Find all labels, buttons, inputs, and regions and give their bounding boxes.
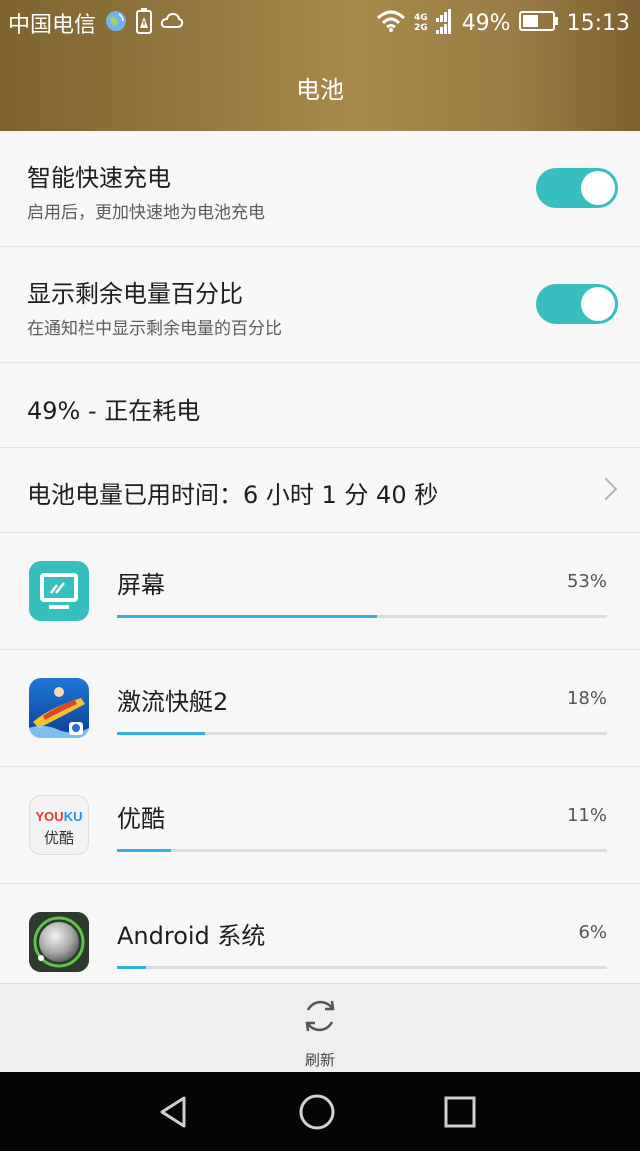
youku-logo-cn: 优酷 <box>43 829 74 847</box>
network-type-label: 4G 2G <box>414 13 428 33</box>
show-percent-toggle[interactable] <box>536 284 618 324</box>
app-usage-row-game[interactable]: 激流快艇2 18% <box>0 650 640 767</box>
app-usage-row-screen[interactable]: 屏幕 53% <box>0 533 640 650</box>
smart-charge-toggle[interactable] <box>536 168 618 208</box>
app-percent: 6% <box>578 922 607 943</box>
app-percent: 53% <box>566 571 607 592</box>
app-name: 优酷 <box>117 805 165 833</box>
usage-bar <box>117 615 607 618</box>
usage-bar-fill <box>117 615 377 618</box>
app-name: Android 系统 <box>117 922 266 950</box>
clock-time: 15:13 <box>566 10 630 36</box>
carrier-name: 中国电信 <box>8 13 97 38</box>
recents-square-icon <box>438 1096 482 1138</box>
usage-time-row[interactable]: 电池电量已用时间：6 小时 1 分 40 秒 <box>0 448 640 533</box>
battery-icon <box>518 10 559 36</box>
smart-charge-title: 智能快速充电 <box>27 164 171 192</box>
show-percent-title: 显示剩余电量百分比 <box>27 280 243 308</box>
screen-icon <box>29 561 89 621</box>
toggle-knob <box>581 171 615 205</box>
app-header: 中国电信 4G 2G 49% 15:13 电池 <box>0 0 640 131</box>
back-triangle-icon <box>152 1096 196 1138</box>
app-percent: 11% <box>566 805 607 826</box>
refresh-button[interactable]: 刷新 <box>280 992 360 1070</box>
app-usage-row-youku[interactable]: YOUKU 优酷 优酷 11% <box>0 767 640 884</box>
network-type-bottom: 2G <box>414 23 428 33</box>
usage-bar-fill <box>117 732 206 735</box>
battery-status-row: 49% - 正在耗电 <box>0 363 640 448</box>
smart-charge-row[interactable]: 智能快速充电 启用后，更加快速地为电池充电 <box>0 131 640 247</box>
usage-bar-fill <box>117 966 147 969</box>
battery-status-text: 49% - 正在耗电 <box>27 397 201 425</box>
status-bar: 中国电信 4G 2G 49% 15:13 <box>0 0 640 46</box>
back-button[interactable] <box>152 1090 196 1134</box>
network-type-top: 4G <box>414 13 428 23</box>
android-system-icon <box>29 912 89 972</box>
wifi-icon <box>376 9 406 37</box>
show-percent-subtitle: 在通知栏中显示剩余电量的百分比 <box>27 319 282 339</box>
app-percent: 18% <box>566 688 607 709</box>
globe-icon <box>104 9 128 37</box>
battery-warning-icon <box>136 8 153 38</box>
home-button[interactable] <box>295 1090 339 1134</box>
page-title: 电池 <box>296 76 344 104</box>
system-nav-bar <box>0 1072 640 1151</box>
cloud-icon <box>160 11 184 35</box>
smart-charge-subtitle: 启用后，更加快速地为电池充电 <box>27 203 265 223</box>
usage-bar <box>117 849 607 852</box>
usage-bar <box>117 966 607 969</box>
usage-bar <box>117 732 607 735</box>
recents-button[interactable] <box>438 1090 482 1134</box>
chevron-right-icon <box>594 477 618 501</box>
signal-icon <box>435 8 454 38</box>
status-left: 中国电信 <box>8 8 184 38</box>
app-name: 激流快艇2 <box>117 688 229 716</box>
home-circle-icon <box>295 1094 339 1138</box>
usage-time-text: 电池电量已用时间：6 小时 1 分 40 秒 <box>27 481 439 509</box>
refresh-icon <box>300 996 340 1040</box>
battery-percent-text: 49% <box>461 10 511 36</box>
speedboat-game-icon <box>29 678 89 738</box>
bottom-action-bar: 刷新 <box>0 983 640 1072</box>
refresh-label: 刷新 <box>304 1051 335 1069</box>
status-right: 4G 2G 49% 15:13 <box>376 8 630 38</box>
youku-icon: YOUKU 优酷 <box>29 795 89 855</box>
youku-logo-text: YOUKU <box>35 809 83 824</box>
usage-bar-fill <box>117 849 171 852</box>
show-percent-row[interactable]: 显示剩余电量百分比 在通知栏中显示剩余电量的百分比 <box>0 247 640 363</box>
battery-settings-screen: 中国电信 4G 2G 49% 15:13 电池 智能快速充电 启用后，更加快速地… <box>0 0 640 1151</box>
app-name: 屏幕 <box>117 571 165 599</box>
toggle-knob <box>581 287 615 321</box>
